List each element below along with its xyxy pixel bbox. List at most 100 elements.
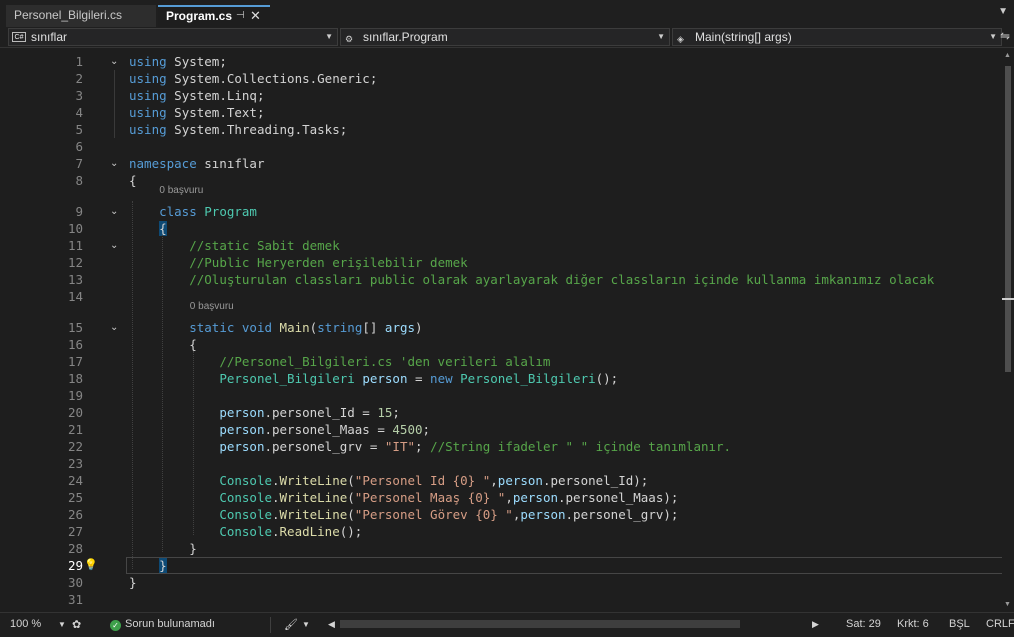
scroll-up-icon[interactable]: ▲ bbox=[1004, 52, 1011, 59]
code-token: person bbox=[219, 405, 265, 420]
issues-indicator[interactable]: ✓ Sorun bulunamadı bbox=[110, 618, 215, 631]
line-number: 8 bbox=[75, 173, 83, 188]
indent-guide bbox=[192, 351, 194, 535]
scroll-left-icon[interactable]: ◀ bbox=[328, 619, 335, 630]
fold-chevron-icon[interactable]: ⌄ bbox=[110, 237, 118, 254]
lightbulb-icon[interactable]: 💡 bbox=[84, 558, 98, 571]
code-token: . bbox=[272, 490, 280, 505]
code-text: using System; bbox=[129, 53, 227, 70]
copilot-icon[interactable]: ✿ bbox=[72, 618, 81, 631]
code-token: string bbox=[317, 320, 363, 335]
line-number: 23 bbox=[67, 456, 83, 471]
code-line: 11 ⌄ //static Sabit demek bbox=[0, 237, 1002, 254]
line-number: 4 bbox=[75, 105, 83, 120]
code-token: System; bbox=[166, 54, 227, 69]
member-dropdown[interactable]: ◈ Main(string[] args) ▼ bbox=[672, 28, 1002, 46]
code-line: 20 person.personel_Id = 15; bbox=[0, 404, 1002, 421]
fold-chevron-icon[interactable]: ⌄ bbox=[110, 319, 118, 336]
tab-label: Personel_Bilgileri.cs bbox=[14, 8, 123, 22]
close-icon[interactable]: ✕ bbox=[250, 7, 261, 25]
code-token: (); bbox=[595, 371, 619, 386]
fold-chevron-icon[interactable]: ⌄ bbox=[110, 203, 118, 220]
chevron-down-icon: ▼ bbox=[989, 32, 997, 41]
code-token: person bbox=[219, 439, 265, 454]
chevron-down-icon[interactable]: ▼ bbox=[302, 620, 310, 629]
code-editor[interactable]: 1 ⌄ using System; 2 using System.Collections… bbox=[0, 48, 1003, 612]
line-indicator[interactable]: Sat: 29 bbox=[846, 618, 881, 630]
code-token: . bbox=[272, 524, 280, 539]
code-line: 30} bbox=[0, 574, 1002, 591]
code-token: namespace bbox=[129, 156, 197, 171]
fold-chevron-icon[interactable]: ⌄ bbox=[110, 53, 118, 70]
fold-chevron-icon[interactable]: ⌄ bbox=[110, 155, 118, 172]
column-indicator[interactable]: Krkt: 6 bbox=[897, 618, 929, 630]
code-token: .personel_Id = bbox=[264, 405, 378, 420]
code-token: new bbox=[430, 371, 453, 386]
scrollbar-thumb[interactable] bbox=[1005, 66, 1011, 372]
code-token: using bbox=[129, 71, 167, 86]
code-token: .personel_grv = bbox=[264, 439, 385, 454]
insert-mode-indicator[interactable]: BŞL bbox=[949, 618, 970, 630]
tab-label: Program.cs bbox=[166, 9, 233, 23]
tab-list-dropdown-icon[interactable]: ▼ bbox=[998, 6, 1008, 17]
caret-position-marker bbox=[1002, 298, 1014, 300]
code-token: , bbox=[505, 490, 513, 505]
chevron-down-icon: ▼ bbox=[325, 32, 333, 41]
tab-strip: Personel_Bilgileri.cs Program.cs ⊣ ✕ ▼ bbox=[0, 0, 1014, 27]
code-token: "Personel Id {0} " bbox=[354, 473, 491, 488]
code-token: using bbox=[129, 54, 167, 69]
line-number: 14 bbox=[67, 289, 83, 304]
code-token: ; bbox=[422, 422, 431, 437]
tab-personel-bilgileri[interactable]: Personel_Bilgileri.cs bbox=[6, 5, 156, 27]
pin-icon[interactable]: ⊣ bbox=[236, 7, 245, 25]
code-line: 23 bbox=[0, 455, 1002, 472]
status-bar: 100 % ▼ ✿ ✓ Sorun bulunamadı 🖌 ▼ ◀ ▶ Sat:… bbox=[0, 612, 1014, 637]
vertical-scrollbar[interactable]: ▲ ▼ bbox=[1002, 48, 1014, 612]
code-text: using System.Text; bbox=[129, 104, 264, 121]
code-line: 19 bbox=[0, 387, 1002, 404]
code-token: .personel_grv); bbox=[565, 507, 679, 522]
code-text: } bbox=[129, 557, 167, 574]
code-token: ( bbox=[347, 490, 355, 505]
code-line: 3 using System.Linq; bbox=[0, 87, 1002, 104]
line-ending-indicator[interactable]: CRLF bbox=[986, 618, 1014, 630]
code-token: , bbox=[490, 473, 498, 488]
check-icon: ✓ bbox=[110, 620, 121, 631]
code-token: = bbox=[407, 371, 431, 386]
code-token: .personel_Maas); bbox=[558, 490, 679, 505]
code-line: 31 bbox=[0, 591, 1002, 608]
project-dropdown[interactable]: C# sınıflar ▼ bbox=[8, 28, 338, 46]
codelens-reference-count[interactable]: 0 başvuru bbox=[159, 185, 203, 196]
tab-program[interactable]: Program.cs ⊣ ✕ bbox=[158, 5, 270, 27]
codelens-reference-count[interactable]: 0 başvuru bbox=[190, 301, 234, 312]
zoom-level[interactable]: 100 % bbox=[10, 618, 41, 630]
code-token: static bbox=[189, 320, 235, 335]
code-token: } bbox=[129, 575, 137, 590]
line-number: 7 bbox=[75, 156, 83, 171]
code-token: (); bbox=[339, 524, 363, 539]
class-dropdown-label: sınıflar.Program bbox=[363, 30, 448, 44]
code-token: System.Text; bbox=[166, 105, 265, 120]
code-token: person bbox=[520, 507, 566, 522]
code-token: Program bbox=[204, 204, 257, 219]
horizontal-scrollbar-thumb[interactable] bbox=[340, 620, 740, 628]
code-text: Console.WriteLine("Personel Id {0} ",per… bbox=[129, 472, 648, 489]
class-dropdown[interactable]: ⚙ sınıflar.Program ▼ bbox=[340, 28, 670, 46]
code-token: sınıflar bbox=[196, 156, 265, 171]
scroll-down-icon[interactable]: ▼ bbox=[1004, 601, 1011, 608]
chevron-down-icon: ▼ bbox=[657, 32, 665, 41]
code-token: "Personel Görev {0} " bbox=[354, 507, 513, 522]
line-number: 27 bbox=[67, 524, 83, 539]
cleanup-icon[interactable]: 🖌 bbox=[284, 618, 298, 631]
code-line: 2 using System.Collections.Generic; bbox=[0, 70, 1002, 87]
code-token: class bbox=[159, 204, 197, 219]
scroll-right-icon[interactable]: ▶ bbox=[812, 619, 819, 630]
line-number: 2 bbox=[75, 71, 83, 86]
zoom-dropdown-icon[interactable]: ▼ bbox=[58, 620, 66, 629]
split-editor-icon[interactable]: ⇋ bbox=[1000, 29, 1010, 43]
